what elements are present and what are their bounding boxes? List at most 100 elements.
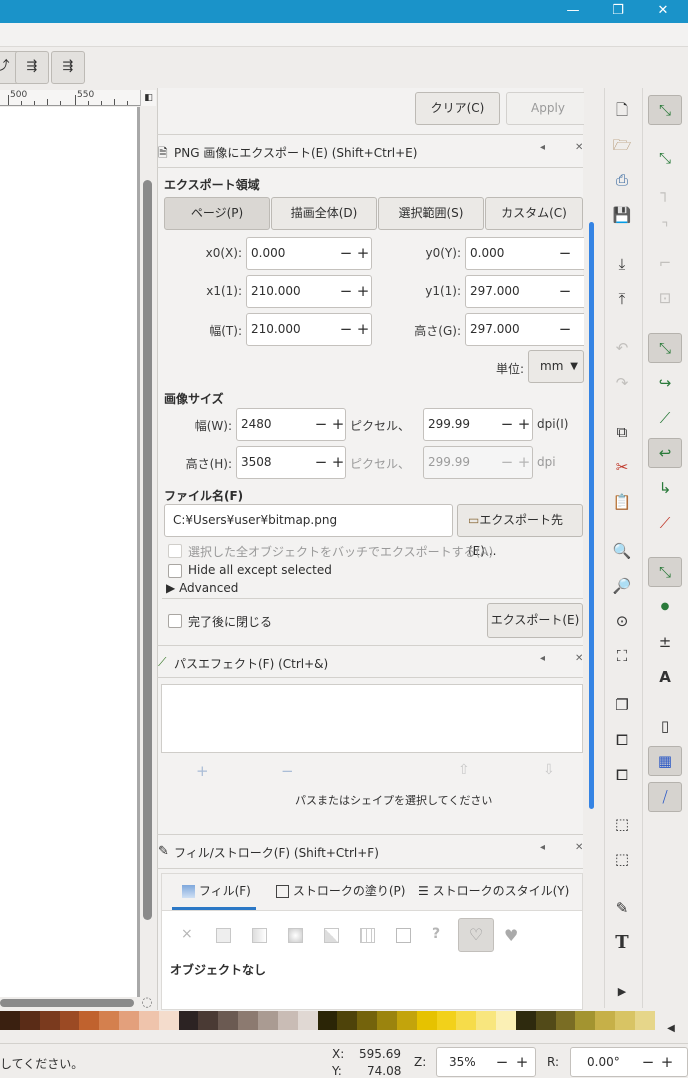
palette-swatch[interactable] [19,1011,40,1030]
palette-swatch[interactable] [555,1011,576,1030]
maximize-button[interactable]: ❐ [595,0,641,23]
palette-swatch[interactable] [635,1011,655,1030]
palette-swatch[interactable] [198,1011,219,1030]
palette-swatch[interactable] [99,1011,120,1030]
cut-icon[interactable]: ✂ [611,456,633,478]
x1-minus-button[interactable]: − [338,276,354,307]
zoom-minus-button[interactable]: − [494,1048,510,1076]
open-icon[interactable]: 🗁 [611,134,633,156]
tab-drawing[interactable]: 描画全体(D) [271,197,377,230]
x0-minus-button[interactable]: − [338,238,354,269]
dpi-minus-button[interactable]: − [499,409,515,440]
palette-swatch[interactable] [396,1011,417,1030]
palette-swatch[interactable] [158,1011,179,1030]
redo-icon[interactable]: ↷ [611,372,633,394]
dpi-plus-button[interactable]: + [516,409,532,440]
overflow-arrow-icon[interactable]: ▶ [611,981,633,1003]
duplicate-icon[interactable]: ❐ [611,694,633,716]
tab-custom[interactable]: カスタム(C) [485,197,583,230]
text-font-icon[interactable]: T [611,932,633,954]
snap-grid-icon[interactable]: ▦ [648,746,682,776]
palette-swatch[interactable] [377,1011,397,1030]
img-height-plus-button[interactable]: + [330,447,346,478]
snap-bbox-corner-icon[interactable]: ⌝ [654,217,676,239]
palette-swatch[interactable] [595,1011,616,1030]
snap-midpoint-icon[interactable]: ⟋ [654,512,676,534]
snap-intersection-icon[interactable]: ⟋ [654,407,676,429]
img-width-plus-button[interactable]: + [330,409,346,440]
swatch-icon[interactable] [396,928,411,943]
palette-swatch[interactable] [277,1011,298,1030]
zoom-page-icon[interactable]: ⊙ [611,610,633,632]
snap-rotation-center-icon[interactable]: ± [654,631,676,653]
snap-smooth-icon[interactable]: ↳ [654,477,676,499]
height-minus-button[interactable]: − [557,314,573,345]
tab-stroke-style[interactable]: ☰ ストロークのスタイル(Y) [418,875,569,910]
paste-icon[interactable]: 📋 [611,491,633,513]
panel-close-icon[interactable]: ✕ [575,653,583,664]
snap-nodes-icon[interactable]: ⤡ [648,333,682,363]
palette-swatch[interactable] [496,1011,516,1030]
flat-color-icon[interactable] [216,928,231,943]
panel-collapse-icon[interactable]: ◂ [540,142,545,153]
snap-cusp-icon[interactable]: ↩ [648,438,682,468]
hide-except-selected-checkbox[interactable] [168,564,182,578]
width-plus-button[interactable]: + [355,314,371,345]
palette-swatch[interactable] [615,1011,635,1030]
y1-minus-button[interactable]: − [557,276,573,307]
clear-button[interactable]: クリア(C) [415,92,500,125]
zoom-selection-icon[interactable]: 🔍 [611,540,633,562]
unlink-clone-icon[interactable]: ⧠ [611,764,633,786]
panel-close-icon[interactable]: ✕ [575,142,583,153]
export-doc-icon[interactable]: ⤒ [611,288,633,310]
palette-swatch[interactable] [218,1011,239,1030]
new-document-icon[interactable]: 🗋 [611,99,633,121]
dock-scrollbar[interactable] [584,88,604,1010]
palette-scroll-icon[interactable]: ◀ [660,1018,682,1040]
snap-bbox-icon[interactable]: ⤡ [654,147,676,169]
xml-editor-icon[interactable]: ✎ [611,897,633,919]
palette-swatch[interactable] [238,1011,258,1030]
zoom-plus-button[interactable]: + [514,1048,530,1076]
unit-select[interactable]: mm ▼ [528,350,584,383]
rotate-plus-button[interactable]: + [659,1048,675,1076]
vertical-scroll-thumb[interactable] [143,180,152,920]
rotate-minus-button[interactable]: − [640,1048,656,1076]
palette-swatch[interactable] [515,1011,536,1030]
undo-icon[interactable]: ↶ [611,337,633,359]
tab-page[interactable]: ページ(P) [164,197,270,230]
linear-gradient-icon[interactable] [252,928,267,943]
palette-swatch[interactable] [436,1011,457,1030]
batch-export-checkbox[interactable] [168,544,182,558]
palette-swatch[interactable] [0,1011,20,1030]
close-window-button[interactable]: ✕ [640,0,686,23]
width-minus-button[interactable]: − [338,314,354,345]
x0-plus-button[interactable]: + [355,238,371,269]
horizontal-scroll-thumb[interactable] [0,999,134,1007]
snap-bbox-center-icon[interactable]: ⊡ [654,287,676,309]
ruler-corner-icon[interactable]: ◧ [140,90,156,106]
tab-fill[interactable]: フィル(F) [172,875,256,910]
x1-plus-button[interactable]: + [355,276,371,307]
mesh-gradient-icon[interactable] [324,928,339,943]
snap-path-icon[interactable]: ↪ [654,372,676,394]
export-button[interactable]: エクスポート(E) [487,603,583,638]
panel-collapse-icon[interactable]: ◂ [540,653,545,664]
palette-swatch[interactable] [138,1011,159,1030]
snap-others-icon[interactable]: ⤡ [648,557,682,587]
palette-swatch[interactable] [535,1011,556,1030]
filename-field[interactable]: C:¥Users¥user¥bitmap.png [164,504,453,537]
snap-guide-icon[interactable]: ⧸ [648,782,682,812]
copy-icon[interactable]: ⧉ [611,421,633,443]
ungroup-icon[interactable]: ⬚ [611,848,633,870]
y0-minus-button[interactable]: − [557,238,573,269]
palette-swatch[interactable] [476,1011,497,1030]
fill-rule-nonzero-icon[interactable]: ♥ [504,926,518,945]
palette-swatch[interactable] [575,1011,596,1030]
advanced-expander[interactable]: ▶ Advanced [166,581,238,595]
paint-unset-icon[interactable]: ? [432,926,440,942]
canvas[interactable] [0,107,137,997]
snap-bbox-midpoint-icon[interactable]: ⌐ [654,252,676,274]
palette-swatch[interactable] [297,1011,318,1030]
snap-page-border-icon[interactable]: ▯ [654,715,676,737]
